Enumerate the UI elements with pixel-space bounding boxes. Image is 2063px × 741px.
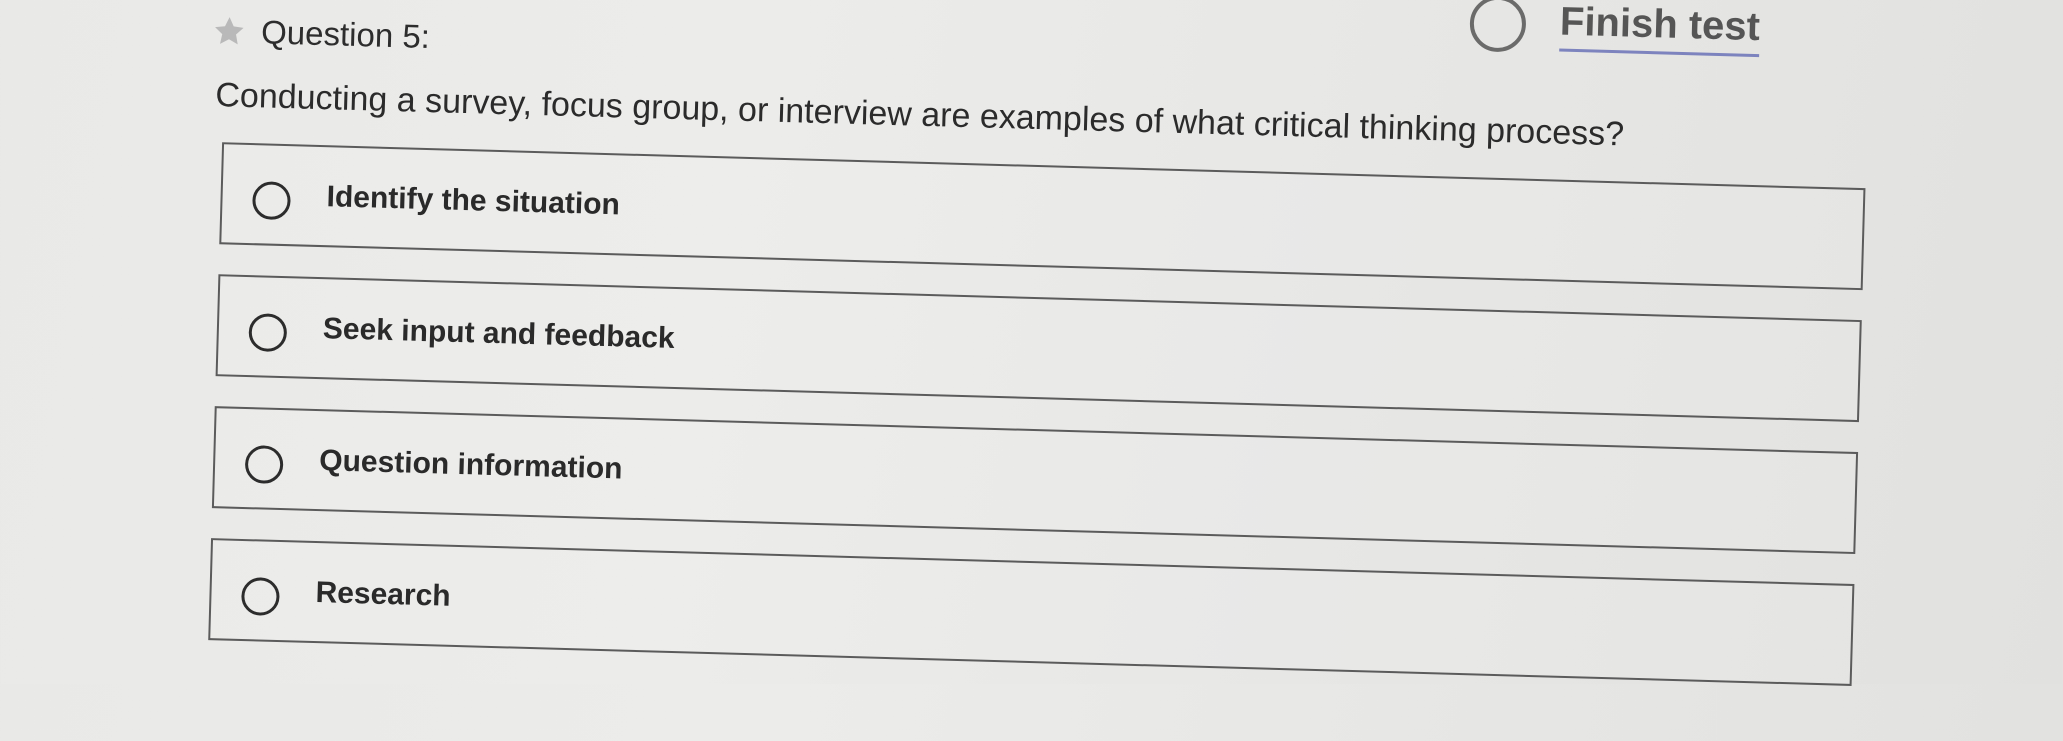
question-header: Question 5: xyxy=(211,12,431,56)
radio-button[interactable] xyxy=(248,313,288,353)
quiz-page: Finish test Question 5: Conducting a sur… xyxy=(0,0,2062,741)
answer-option-label: Question information xyxy=(318,444,623,486)
answer-option-research[interactable]: Research xyxy=(208,538,1855,686)
question-prompt: Conducting a survey, focus group, or int… xyxy=(214,76,1625,154)
answer-option-label: Research xyxy=(315,576,452,613)
radio-button[interactable] xyxy=(251,181,292,221)
test-navigation: Finish test xyxy=(1469,0,1761,59)
answer-option-seek-input-and-feedback[interactable]: Seek input and feedback xyxy=(215,274,1862,423)
nav-circle-button[interactable] xyxy=(1469,0,1527,53)
answer-option-identify-the-situation[interactable]: Identify the situation xyxy=(219,142,1866,291)
answer-option-question-information[interactable]: Question information xyxy=(211,406,1859,555)
radio-button[interactable] xyxy=(244,445,284,485)
radio-button[interactable] xyxy=(240,576,280,617)
answer-option-label: Identify the situation xyxy=(326,180,621,222)
question-title: Question 5: xyxy=(260,13,431,56)
star-icon[interactable] xyxy=(211,13,248,50)
finish-test-link[interactable]: Finish test xyxy=(1559,0,1761,58)
answer-option-label: Seek input and feedback xyxy=(322,312,676,355)
